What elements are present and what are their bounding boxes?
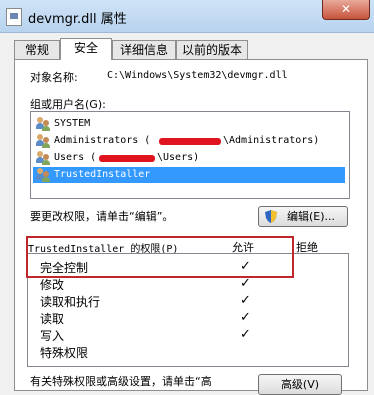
redaction-mark	[99, 155, 155, 162]
allow-check-modify: ✓	[240, 276, 251, 291]
uac-shield-icon	[265, 210, 277, 223]
permission-read: 读取	[40, 312, 65, 326]
user-group-icon	[36, 134, 50, 148]
advanced-hint: 有关特殊权限或高级设置，请单击“高	[30, 375, 212, 388]
groups-label: 组或用户名(G):	[30, 98, 106, 111]
list-item-administrators[interactable]: Administrators ( \Administrators)	[33, 133, 345, 149]
permission-write: 写入	[40, 329, 65, 343]
group-user-list[interactable]: SYSTEM Administrators ( \Administrators)…	[30, 111, 350, 199]
advanced-button[interactable]: 高级(V)	[258, 374, 342, 395]
edit-button-label: 编辑(E)...	[286, 210, 336, 223]
close-button[interactable]: ✕	[322, 0, 370, 20]
user-group-icon	[36, 151, 50, 165]
title-bar: devmgr.dll 属性 ✕	[0, 0, 374, 33]
user-group-icon	[36, 168, 50, 182]
object-name-label: 对象名称:	[30, 71, 78, 84]
allow-check-read-execute: ✓	[240, 293, 251, 308]
permission-modify: 修改	[40, 278, 65, 292]
redaction-mark	[159, 138, 221, 145]
tab-general[interactable]: 常规	[14, 40, 60, 59]
allow-check-write: ✓	[240, 327, 251, 342]
list-item-users[interactable]: Users ( \Users)	[33, 150, 345, 166]
annotation-highlight-box	[26, 236, 294, 278]
list-item-trustedinstaller[interactable]: TrustedInstaller	[33, 167, 345, 183]
edit-hint: 要更改权限，请单击“编辑”。	[30, 210, 174, 223]
edit-button[interactable]: 编辑(E)...	[258, 206, 348, 227]
permission-read-execute: 读取和执行	[40, 295, 101, 309]
permission-special: 特殊权限	[40, 346, 89, 360]
list-item-system[interactable]: SYSTEM	[33, 116, 345, 132]
tab-security[interactable]: 安全	[60, 38, 112, 60]
file-icon	[6, 8, 22, 26]
tab-previous-versions[interactable]: 以前的版本	[176, 40, 248, 59]
tab-details[interactable]: 详细信息	[112, 40, 176, 59]
allow-check-read: ✓	[240, 310, 251, 325]
object-name-value: C:\Windows\System32\devmgr.dll	[107, 70, 288, 81]
window-title: devmgr.dll 属性	[28, 12, 127, 27]
user-group-icon	[36, 117, 50, 131]
